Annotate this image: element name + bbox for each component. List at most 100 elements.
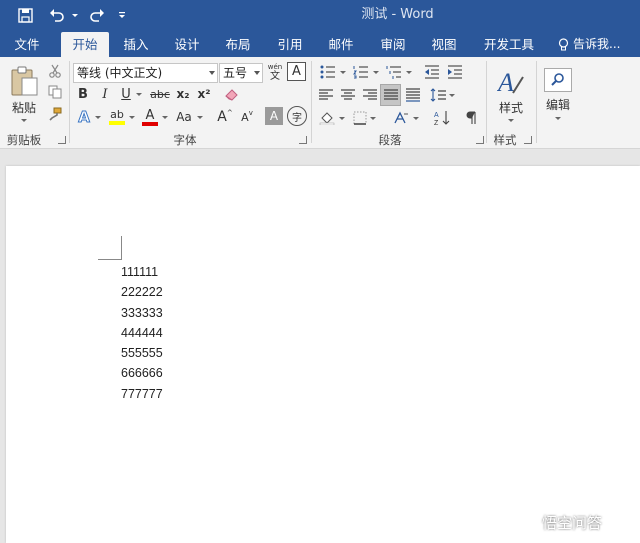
- character-border-label: A: [292, 64, 301, 79]
- numbering-button[interactable]: [350, 61, 372, 83]
- paste-button[interactable]: 粘贴: [6, 61, 42, 125]
- bullets-button[interactable]: [317, 61, 339, 83]
- tell-me-box[interactable]: 告诉我...: [558, 32, 620, 57]
- document-area: 111111 222222 333333 444444 555555 66666…: [0, 150, 640, 543]
- sort-button[interactable]: AZ: [431, 107, 453, 129]
- bold-button[interactable]: B: [74, 84, 92, 104]
- highlight-dropdown[interactable]: [127, 106, 137, 128]
- enclose-characters-button[interactable]: 字: [287, 106, 307, 126]
- underline-dropdown[interactable]: [134, 84, 144, 104]
- borders-dropdown[interactable]: [369, 107, 377, 129]
- align-center-button[interactable]: [338, 84, 358, 106]
- tab-design[interactable]: 设计: [165, 32, 209, 57]
- character-shading-button[interactable]: A: [265, 107, 283, 125]
- paragraph-dialog-launcher[interactable]: [476, 136, 484, 144]
- highlight-label: ab: [110, 108, 124, 121]
- font-name-combo[interactable]: 等线 (中文正文): [73, 63, 218, 83]
- editing-button[interactable]: 编辑: [542, 61, 574, 127]
- copy-button[interactable]: [45, 82, 65, 102]
- change-case-dropdown[interactable]: [195, 106, 205, 128]
- font-dialog-launcher[interactable]: [299, 136, 307, 144]
- clipboard-icon: [11, 66, 38, 95]
- justify-button[interactable]: [380, 84, 401, 106]
- text-effects-button[interactable]: A: [75, 106, 93, 128]
- multilevel-list-dropdown[interactable]: [405, 61, 413, 83]
- chevron-down-icon: [413, 116, 419, 120]
- align-right-icon: [363, 89, 377, 100]
- line-spacing-button[interactable]: [428, 84, 448, 106]
- chevron-down-icon: [95, 115, 101, 119]
- phonetic-guide-button[interactable]: wén 文: [265, 61, 285, 83]
- asian-layout-icon: [394, 111, 408, 124]
- tab-review[interactable]: 审阅: [371, 32, 415, 57]
- character-shading-label: A: [269, 109, 279, 123]
- tab-references[interactable]: 引用: [268, 32, 312, 57]
- highlight-button[interactable]: ab: [107, 106, 127, 128]
- character-border-button[interactable]: A: [287, 62, 306, 81]
- cut-button[interactable]: [45, 61, 65, 81]
- font-size-value: 五号: [223, 66, 248, 80]
- tab-mailings[interactable]: 邮件: [319, 32, 363, 57]
- text-effects-dropdown[interactable]: [93, 106, 103, 128]
- align-left-button[interactable]: [316, 84, 336, 106]
- styles-icon: A: [497, 68, 524, 97]
- numbering-dropdown[interactable]: [372, 61, 380, 83]
- document-body[interactable]: 111111 222222 333333 444444 555555 66666…: [121, 262, 163, 404]
- tab-file[interactable]: 文件: [4, 32, 50, 57]
- clipboard-dialog-launcher[interactable]: [58, 136, 66, 144]
- format-painter-button[interactable]: [45, 104, 65, 124]
- bullets-dropdown[interactable]: [339, 61, 347, 83]
- font-color-button[interactable]: A: [140, 106, 160, 128]
- chevron-down-icon: [209, 71, 215, 75]
- paste-label: 粘贴: [11, 100, 36, 115]
- caret-up-icon: ^: [226, 109, 233, 117]
- styles-dialog-launcher[interactable]: [524, 136, 532, 144]
- change-case-button[interactable]: Aa: [173, 106, 195, 128]
- text-line: 777777: [121, 386, 163, 401]
- font-color-label: A: [145, 107, 155, 123]
- distributed-icon: [406, 88, 420, 102]
- enclose-characters-label: 字: [292, 112, 302, 124]
- show-hide-marks-button[interactable]: [461, 107, 481, 129]
- decrease-indent-button[interactable]: [421, 61, 443, 83]
- tab-layout[interactable]: 布局: [216, 32, 260, 57]
- asian-layout-dropdown[interactable]: [412, 107, 420, 129]
- grow-font-button[interactable]: A ^: [215, 106, 235, 128]
- group-divider: [486, 61, 487, 143]
- caret-down-icon: v: [248, 109, 253, 117]
- strikethrough-button[interactable]: abc: [148, 84, 172, 104]
- chat-bubble-icon: [512, 510, 534, 532]
- ribbon-tab-bar: 文件 开始 插入 设计 布局 引用 邮件 审阅 视图 开发工具 告诉我...: [0, 30, 640, 57]
- tab-developer[interactable]: 开发工具: [476, 32, 542, 57]
- asian-layout-button[interactable]: [390, 107, 412, 129]
- document-page[interactable]: 111111 222222 333333 444444 555555 66666…: [6, 166, 640, 543]
- line-spacing-dropdown[interactable]: [448, 84, 456, 106]
- shading-button[interactable]: [316, 107, 338, 129]
- increase-indent-button[interactable]: [444, 61, 466, 83]
- clear-formatting-button[interactable]: [222, 84, 242, 104]
- tab-view[interactable]: 视图: [422, 32, 466, 57]
- distributed-button[interactable]: [403, 84, 423, 106]
- borders-button[interactable]: [351, 107, 369, 129]
- sort-icon: AZ: [434, 111, 450, 126]
- font-size-combo[interactable]: 五号: [219, 63, 263, 83]
- align-left-icon: [319, 89, 333, 100]
- underline-button[interactable]: U: [118, 84, 134, 104]
- superscript-label: x²: [197, 87, 211, 101]
- chevron-down-icon: [339, 116, 345, 120]
- tab-home[interactable]: 开始: [61, 32, 109, 57]
- font-color-dropdown[interactable]: [160, 106, 170, 128]
- superscript-button[interactable]: x²: [195, 84, 213, 104]
- shading-dropdown[interactable]: [338, 107, 346, 129]
- shrink-font-button[interactable]: Av: [238, 106, 256, 128]
- align-right-button[interactable]: [360, 84, 380, 106]
- subscript-button[interactable]: x₂: [174, 84, 192, 104]
- align-center-icon: [341, 89, 355, 100]
- tab-insert[interactable]: 插入: [114, 32, 158, 57]
- multilevel-list-button[interactable]: [383, 61, 405, 83]
- italic-button[interactable]: I: [96, 84, 114, 104]
- svg-text:Z: Z: [434, 120, 439, 126]
- styles-gallery-button[interactable]: A 样式: [493, 61, 529, 127]
- paragraph-mark-icon: [466, 111, 476, 124]
- editing-label: 编辑: [545, 98, 570, 112]
